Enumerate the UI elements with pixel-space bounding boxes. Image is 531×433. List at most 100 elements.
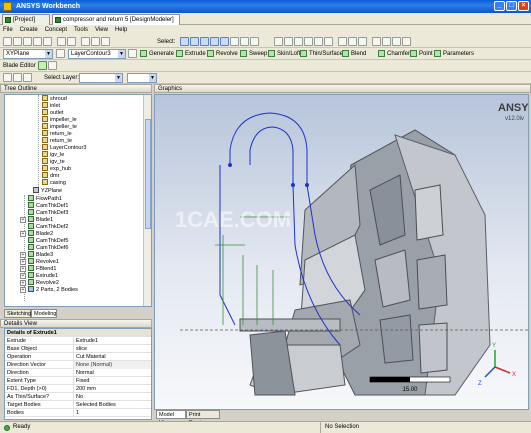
details-row[interactable]: FD1, Depth (>0) 200 mm	[5, 385, 151, 393]
expand-icon[interactable]: +	[20, 252, 26, 258]
layer-select[interactable]: ▼	[79, 73, 123, 83]
new-icon[interactable]	[3, 37, 12, 46]
operation-icon	[28, 230, 34, 236]
blade-editor-icon[interactable]	[38, 61, 47, 70]
save-icon[interactable]	[23, 37, 32, 46]
menu-create[interactable]: Create	[20, 25, 38, 36]
expand-icon[interactable]: +	[20, 287, 26, 293]
display-plane-icon[interactable]	[372, 37, 381, 46]
tab-designmodeler[interactable]: compressor and return 5 [DesignModeler]	[52, 14, 180, 25]
new-sketch-icon[interactable]	[91, 37, 100, 46]
tab-print-preview[interactable]: Print Preview	[186, 410, 220, 426]
details-row[interactable]: Operation Cut Material	[5, 353, 151, 361]
open-icon[interactable]	[13, 37, 22, 46]
close-button[interactable]: ×	[518, 1, 529, 11]
details-row[interactable]: Direction Normal	[5, 369, 151, 377]
rotate-icon[interactable]	[274, 37, 283, 46]
point-button[interactable]: Point	[410, 48, 433, 60]
zoom-fit-icon[interactable]	[314, 37, 323, 46]
blend-button[interactable]: Blend	[342, 48, 366, 60]
blade-layer-icon[interactable]	[48, 61, 57, 70]
operation-icon	[28, 223, 34, 229]
export-icon[interactable]	[33, 37, 42, 46]
graphics-viewport[interactable]: 15.00 Y X Z ANSYS v12.0iv 1CAE.COM	[154, 94, 529, 410]
new-plane-icon[interactable]	[81, 37, 90, 46]
minimize-button[interactable]: _	[494, 1, 505, 11]
menu-concept[interactable]: Concept	[45, 25, 67, 36]
select-edges-icon[interactable]	[200, 37, 209, 46]
menu-file[interactable]: File	[3, 25, 13, 36]
expand-icon[interactable]: +	[20, 217, 26, 223]
ansys-logo: ANSYS	[498, 102, 529, 114]
generate-button[interactable]: Generate	[140, 48, 174, 60]
operation-icon	[28, 195, 34, 201]
maximize-button[interactable]: □	[506, 1, 517, 11]
new-plane-icon[interactable]	[56, 49, 65, 58]
isometric-icon[interactable]	[358, 37, 367, 46]
menu-view[interactable]: View	[95, 25, 108, 36]
toolbar-blade-editor: Blade Editor	[0, 60, 531, 72]
sketch-select[interactable]: LayerContour3 ▼	[68, 49, 126, 59]
details-row[interactable]: Extent Type Fixed	[5, 377, 151, 385]
new-sketch-icon[interactable]	[128, 49, 137, 58]
tab-sketching[interactable]: Sketching	[4, 309, 31, 318]
tree-item-casing[interactable]: casing	[42, 179, 66, 187]
zoom-icon[interactable]	[294, 37, 303, 46]
pan-icon[interactable]	[284, 37, 293, 46]
select-mode-icon[interactable]	[180, 37, 189, 46]
tab-project[interactable]: [Project]	[2, 14, 50, 25]
magnifier-icon[interactable]	[324, 37, 333, 46]
tree-item-parts[interactable]: 2 Parts, 2 Bodies	[28, 286, 78, 294]
details-row[interactable]: Base Object slice	[5, 345, 151, 353]
model-canvas[interactable]: 15.00 Y X Z ANSYS v12.0iv 1CAE.COM	[155, 95, 529, 410]
scrollbar-thumb[interactable]	[145, 119, 151, 229]
revolve-button[interactable]: Revolve	[207, 48, 238, 60]
undo-icon[interactable]	[57, 37, 66, 46]
operation-icon	[28, 265, 34, 271]
redo-icon[interactable]	[67, 37, 76, 46]
sweep-button[interactable]: Sweep	[240, 48, 267, 60]
box-select-icon[interactable]	[240, 37, 249, 46]
chamfer-button[interactable]: Chamfer	[378, 48, 410, 60]
select-bodies-icon[interactable]	[220, 37, 229, 46]
parameters-button[interactable]: Parameters	[434, 48, 474, 60]
thin-surface-button[interactable]: Thin/Surface	[300, 48, 343, 60]
layer-value-select[interactable]: ▼	[127, 73, 157, 83]
expand-icon[interactable]: +	[20, 231, 26, 237]
chevron-down-icon: ▼	[149, 74, 156, 82]
layer-tool-icon[interactable]	[3, 73, 12, 82]
menu-tools[interactable]: Tools	[74, 25, 88, 36]
expand-icon[interactable]: +	[20, 259, 26, 265]
paint-select-icon[interactable]	[250, 37, 259, 46]
look-at-icon[interactable]	[101, 37, 110, 46]
toolbar-layer: Select Layer: ▼ ▼	[0, 72, 531, 84]
display-edge-icon[interactable]	[402, 37, 411, 46]
tab-modeling[interactable]: Modeling	[31, 309, 57, 318]
tree-item-yzplane[interactable]: YZPlane	[33, 187, 62, 195]
expand-icon[interactable]: +	[20, 280, 26, 286]
tab-model-view[interactable]: Model View	[156, 410, 186, 426]
skin-loft-button[interactable]: Skin/Loft	[268, 48, 300, 60]
details-row[interactable]: Direction Vector None (Normal)	[5, 361, 151, 369]
details-row[interactable]: Bodies 1	[5, 409, 151, 417]
details-row[interactable]: Target Bodies Selected Bodies	[5, 401, 151, 409]
details-row[interactable]: Extrude Extrude1	[5, 337, 151, 345]
menu-help[interactable]: Help	[115, 25, 127, 36]
screenshot-icon[interactable]	[43, 37, 52, 46]
extrude-button[interactable]: Extrude	[176, 48, 206, 60]
display-point-icon[interactable]	[392, 37, 401, 46]
details-row[interactable]: As Thin/Surface? No	[5, 393, 151, 401]
select-faces-icon[interactable]	[210, 37, 219, 46]
plane-select[interactable]: XYPlane ▼	[3, 49, 53, 59]
layer-tool-3-icon[interactable]	[23, 73, 32, 82]
previous-view-icon[interactable]	[338, 37, 347, 46]
box-zoom-icon[interactable]	[304, 37, 313, 46]
expand-icon[interactable]: +	[20, 273, 26, 279]
expand-icon[interactable]: +	[20, 266, 26, 272]
next-view-icon[interactable]	[348, 37, 357, 46]
tree-scrollbar[interactable]	[143, 95, 151, 306]
display-model-icon[interactable]	[382, 37, 391, 46]
select-points-icon[interactable]	[190, 37, 199, 46]
layer-tool-2-icon[interactable]	[13, 73, 22, 82]
extend-selection-icon[interactable]	[230, 37, 239, 46]
